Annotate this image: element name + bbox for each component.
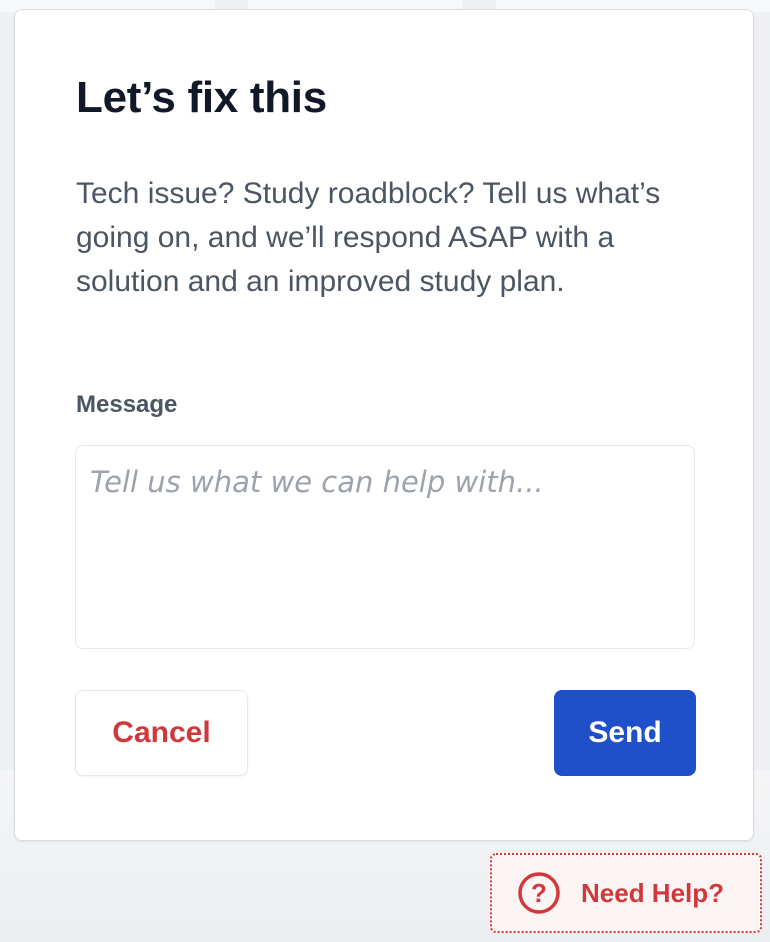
question-circle-icon: ?: [517, 871, 561, 915]
need-help-label: Need Help?: [581, 877, 725, 908]
cancel-button[interactable]: Cancel: [75, 690, 248, 776]
modal-title: Let’s fix this: [76, 73, 327, 122]
support-modal: Let’s fix this Tech issue? Study roadblo…: [14, 9, 754, 841]
need-help-button[interactable]: ? Need Help?: [490, 853, 762, 933]
svg-text:?: ?: [531, 878, 547, 908]
modal-description: Tech issue? Study roadblock? Tell us wha…: [76, 177, 661, 298]
message-input[interactable]: [75, 445, 695, 649]
send-button[interactable]: Send: [554, 690, 696, 776]
message-label: Message: [76, 391, 178, 418]
